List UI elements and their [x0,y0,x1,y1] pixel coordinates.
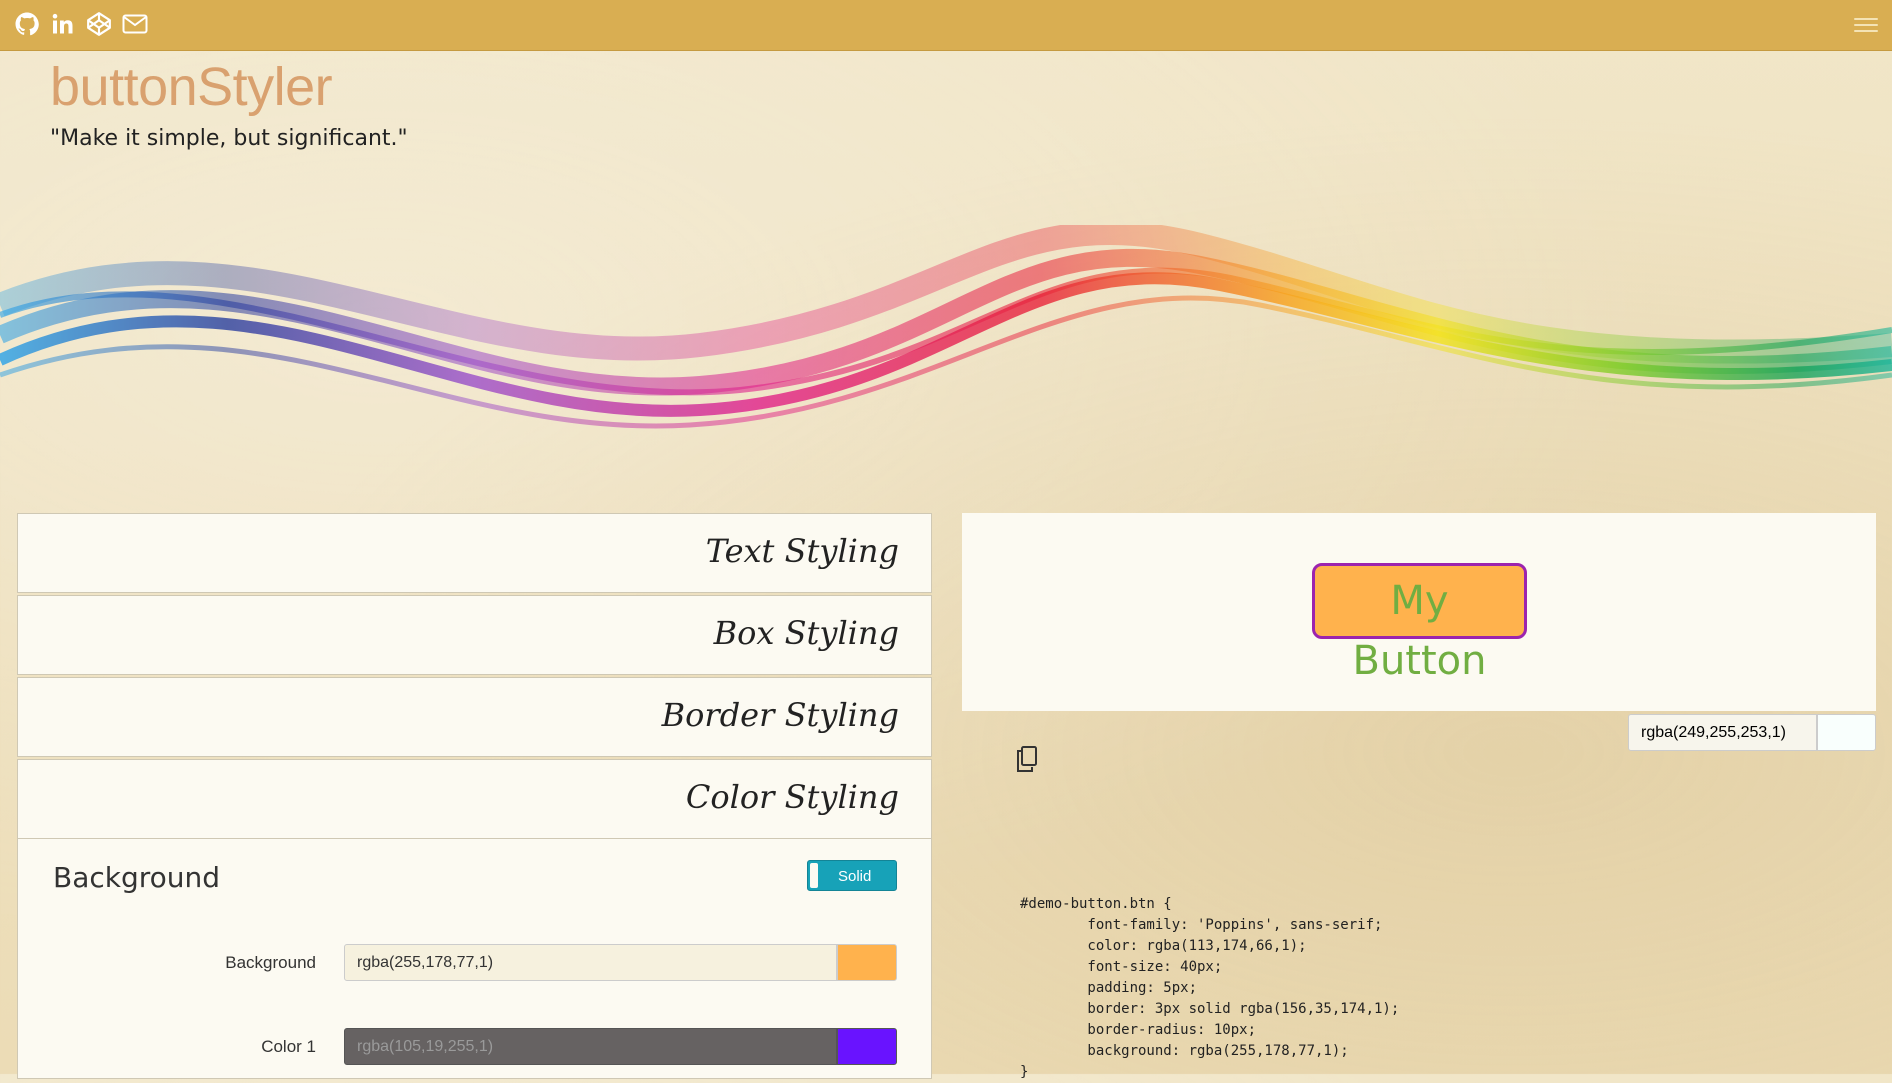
code-line: #demo-button.btn { [1020,896,1172,912]
styling-accordion: Text Styling Box Styling Border Styling … [17,513,932,1079]
tagline: "Make it simple, but significant." [50,126,408,151]
mail-icon[interactable] [122,11,148,37]
copy-icon[interactable] [1014,745,1040,773]
hamburger-menu-icon[interactable] [1854,14,1878,34]
code-line: font-family: 'Poppins', sans-serif; [1020,917,1383,933]
color-styling-panel: Background Solid Background Color 1 [17,839,932,1079]
accordion-border-styling[interactable]: Border Styling [17,677,932,757]
code-line: } [1020,1064,1029,1080]
background-color-swatch[interactable] [837,944,897,981]
code-line: color: rgba(113,174,66,1); [1020,938,1307,954]
rainbow-wave-image [0,225,1892,429]
gradient-mode-toggle[interactable]: Solid [807,860,897,891]
accordion-color-styling[interactable]: Color Styling [17,759,932,839]
code-line: border: 3px solid rgba(156,35,174,1); [1020,1001,1400,1017]
demo-button[interactable]: My Button [1312,563,1527,684]
accordion-text-styling[interactable]: Text Styling [17,513,932,593]
social-links [14,11,148,37]
code-line: background: rgba(255,178,77,1); [1020,1043,1349,1059]
preview-background-input[interactable] [1628,714,1817,751]
color1-label: Color 1 [261,1037,316,1056]
code-line: font-size: 40px; [1020,959,1223,975]
toggle-label: Solid [838,868,872,885]
background-label: Background [225,953,316,972]
code-line: border-radius: 10px; [1020,1022,1257,1038]
background-section-title: Background [53,861,221,894]
linkedin-icon[interactable] [50,11,76,37]
codepen-icon[interactable] [86,11,112,37]
background-color-input[interactable] [344,944,837,981]
top-navbar [0,0,1892,51]
preview-background-swatch[interactable] [1817,714,1876,751]
accordion-box-styling[interactable]: Box Styling [17,595,932,675]
accordion-label: Color Styling [685,778,899,816]
accordion-label: Text Styling [705,532,899,570]
color1-swatch[interactable] [837,1028,897,1065]
brand-title: buttonStyler [50,57,333,117]
accordion-label: Box Styling [713,614,899,652]
code-line: padding: 5px; [1020,980,1198,996]
accordion-label: Border Styling [661,696,899,734]
toggle-knob [810,863,818,888]
css-code-output: #demo-button.btn { font-family: 'Poppins… [1020,894,1399,1083]
button-preview-area: My Button [962,513,1876,711]
color1-input[interactable] [344,1028,837,1065]
github-icon[interactable] [14,11,40,37]
